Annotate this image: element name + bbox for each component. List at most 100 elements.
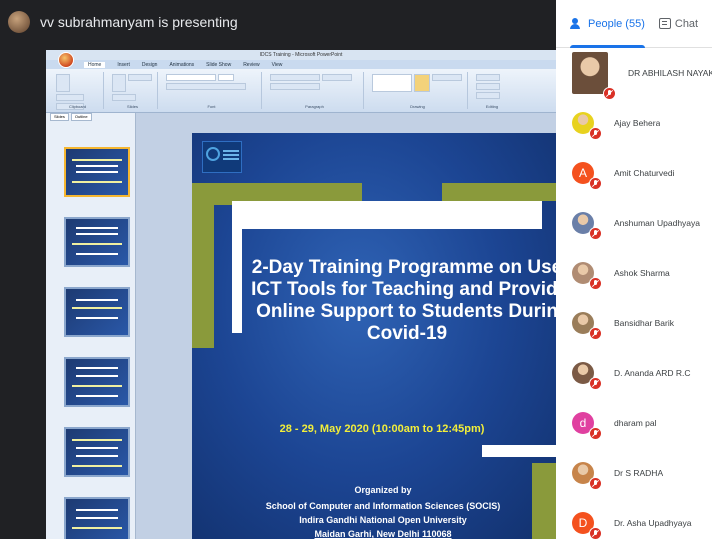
align-buttons[interactable] [270,83,320,90]
white-band-bottom [482,445,556,457]
ppt-ribbon-tabs: Home Insert Design Animations Slide Show… [46,60,556,69]
white-band-left [232,223,242,333]
participant-row[interactable]: d dharam pal [556,398,712,448]
find-button[interactable] [476,74,500,81]
new-slide-button[interactable] [112,74,126,92]
quick-styles-button[interactable] [414,74,430,92]
participant-row[interactable]: A Amit Chaturvedi [556,148,712,198]
participant-name: Dr S RADHA [614,468,664,478]
participant-name: Bansidhar Barik [614,318,675,328]
replace-button[interactable] [476,83,500,90]
avatar [572,262,602,290]
participant-row[interactable]: Ashok Sharma [556,248,712,298]
avatar [572,112,602,140]
ignou-logo [202,141,242,173]
reset-button[interactable] [112,94,136,101]
cut-button[interactable] [56,94,84,101]
ribbon-tab[interactable]: View [272,62,283,68]
avatar [572,362,602,390]
slides-tab[interactable]: Slides [50,113,69,121]
presenter-avatar [8,11,30,33]
tab-people[interactable]: People (55) [570,0,645,48]
tab-people-label: People (55) [588,17,645,30]
ribbon-tab[interactable]: Slide Show [206,62,231,68]
ribbon-group-label: Font [207,104,216,109]
slide-date: 28 - 29, May 2020 (10:00am to 12:45pm) [279,423,485,435]
panel-tabs: Slides Outline [46,113,135,121]
mic-off-icon [589,377,602,390]
ribbon-tab[interactable]: Insert [117,62,130,68]
slide-thumbnail[interactable] [64,427,130,477]
font-name-select[interactable] [166,74,216,81]
font-size-select[interactable] [218,74,234,81]
ribbon-group-label: Paragraph [305,104,324,109]
participant-name: Dr. Asha Upadhyaya [614,518,692,528]
tab-chat[interactable]: Chat [658,0,699,48]
slide-thumbnail[interactable] [64,287,130,337]
avatar: A [572,162,602,190]
slide-thumbnail[interactable] [64,217,130,267]
participant-row[interactable]: D Dr. Asha Upadhyaya [556,498,712,539]
slide-organizer: Organized by School of Computer and Info… [248,483,518,539]
layout-button[interactable] [128,74,152,81]
participant-row[interactable]: DR ABHILASH NAYAK (You) [556,48,712,100]
slides-panel: Slides Outline [46,113,136,539]
slide-thumbnail[interactable] [64,497,130,539]
mic-off-icon [589,277,602,290]
mic-off-icon [589,427,602,440]
org-school: School of Computer and Information Scien… [265,501,501,511]
participant-name: dharam pal [614,418,657,428]
olive-bar-bottom [532,463,556,539]
avatar [572,52,616,100]
ribbon-group-font: Font [162,72,262,109]
ribbon-tab[interactable]: Design [142,62,158,68]
slide-thumbnail[interactable] [64,147,130,197]
presenter-bar: vv subrahmanyam is presenting [0,0,556,44]
ribbon-group-label: Slides [127,104,138,109]
avatar [572,462,602,490]
paste-button[interactable] [56,74,70,92]
tab-chat-label: Chat [674,17,699,30]
slide-thumbnail[interactable] [64,357,130,407]
ribbon-group-label: Editing [485,104,499,109]
ribbon-tab[interactable]: Animations [169,62,194,68]
ribbon-tab[interactable]: Review [243,62,259,68]
olive-bar-left [192,183,214,348]
ppt-ribbon: Clipboard Slides Font Paragraph Drawing … [46,69,556,113]
shape-fill-button[interactable] [432,74,462,81]
office-button-icon[interactable] [58,52,74,68]
participant-name: DR ABHILASH NAYAK (You) [628,68,712,78]
participant-row[interactable]: Anshuman Upadhyaya [556,198,712,248]
ribbon-group-label: Clipboard [68,104,87,109]
participant-name: Ashok Sharma [614,268,670,278]
shapes-gallery[interactable] [372,74,412,92]
slide-title: 2-Day Training Programme on Use ICT Tool… [251,257,556,344]
font-format-buttons[interactable] [166,83,246,90]
participant-list: DR ABHILASH NAYAK (You) Ajay Behera A Amit … [556,48,712,539]
chat-icon [658,18,671,29]
ribbon-tab[interactable]: Home [84,61,106,68]
participant-row[interactable]: Bansidhar Barik [556,298,712,348]
text-direction-button[interactable] [322,74,352,81]
participant-row[interactable]: Ajay Behera [556,98,712,148]
mic-off-icon [589,527,602,539]
participant-name: Amit Chaturvedi [614,168,675,178]
people-panel: People (55) Chat DR ABHILASH NAYAK (You)… [556,0,712,539]
ribbon-group-slides: Slides [108,72,158,109]
participant-row[interactable]: Dr S RADHA [556,448,712,498]
org-address: Maidan Garhi, New Delhi 110068 [314,529,452,539]
ppt-window-title: IDCS Training - Microsoft PowerPoint [259,52,343,58]
ribbon-group-drawing: Drawing [368,72,468,109]
participant-name: Anshuman Upadhyaya [614,218,701,228]
current-slide: 2-Day Training Programme on Use ICT Tool… [192,133,556,539]
org-label: Organized by [354,485,412,495]
ribbon-group-label: Drawing [410,104,425,109]
participant-row[interactable]: D. Ananda ARD R.C [556,348,712,398]
participant-name: D. Ananda ARD R.C [614,368,691,378]
outline-tab[interactable]: Outline [70,113,92,121]
mic-off-icon [589,477,602,490]
avatar: d [572,412,602,440]
list-buttons[interactable] [270,74,320,81]
olive-bar-right [442,183,556,201]
select-button[interactable] [476,92,500,99]
